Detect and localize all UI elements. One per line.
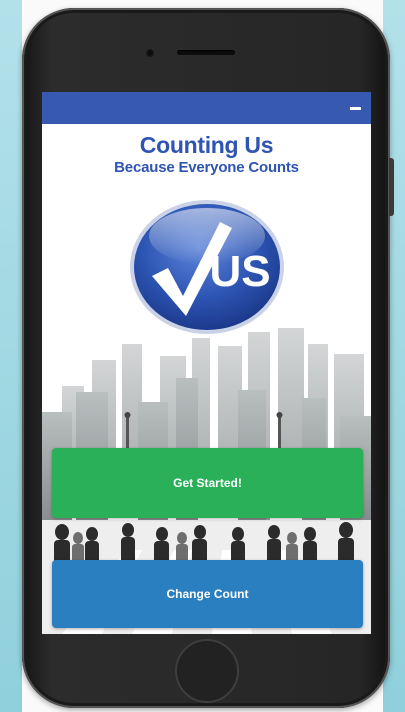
minus-icon <box>349 106 361 110</box>
phone-speaker <box>177 50 235 55</box>
top-bar <box>42 92 371 124</box>
app-screen: Counting Us Because Everyone Counts US G… <box>42 92 371 634</box>
get-started-button[interactable]: Get Started! <box>52 448 363 518</box>
phone-home-button[interactable] <box>175 639 239 703</box>
change-count-button[interactable]: Change Count <box>52 560 363 628</box>
phone-camera <box>146 49 154 57</box>
app-subtitle: Because Everyone Counts <box>114 159 299 176</box>
logo-text: US <box>209 247 270 296</box>
phone-frame: Counting Us Because Everyone Counts US G… <box>22 8 394 708</box>
phone-side-button <box>389 158 394 216</box>
logo: US <box>130 200 284 334</box>
menu-button[interactable] <box>345 98 365 118</box>
background-left <box>0 0 22 712</box>
app-title: Counting Us <box>139 132 274 158</box>
